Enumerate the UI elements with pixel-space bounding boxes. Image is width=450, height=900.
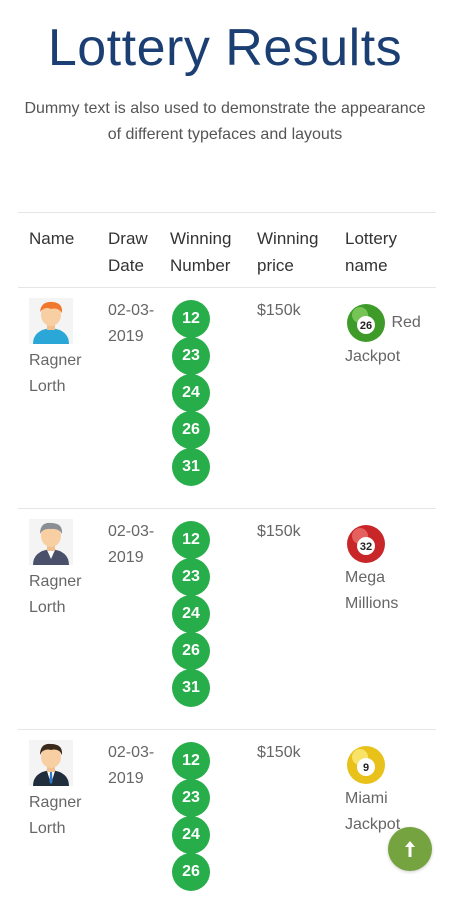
table-header: Name Draw Date Winning Number Winning pr… xyxy=(18,213,436,287)
winning-numbers: 12 23 24 26 31 xyxy=(172,300,212,486)
player-cell: Ragner Lorth xyxy=(29,740,99,842)
number-ball: 26 xyxy=(172,411,210,449)
player-cell: Ragner Lorth xyxy=(29,519,99,621)
number-ball: 24 xyxy=(172,374,210,412)
table-row: Ragner Lorth 02-03-2019 12 23 24 26 $150… xyxy=(18,729,436,900)
number-ball: 23 xyxy=(172,558,210,596)
lottery-ball-icon: 32 xyxy=(347,525,385,563)
player-name: Ragner Lorth xyxy=(29,573,82,616)
lottery-ball-number: 9 xyxy=(363,762,369,774)
man-suit-avatar-icon xyxy=(29,740,73,786)
number-ball: 26 xyxy=(172,853,210,891)
player-name: Ragner Lorth xyxy=(29,794,82,837)
draw-date: 02-03-2019 xyxy=(108,302,155,345)
results-table: Name Draw Date Winning Number Winning pr… xyxy=(18,212,436,900)
number-ball: 12 xyxy=(172,742,210,780)
winning-numbers: 12 23 24 26 xyxy=(172,742,212,891)
draw-date: 02-03-2019 xyxy=(108,744,155,787)
number-ball: 31 xyxy=(172,448,210,486)
number-ball: 23 xyxy=(172,337,210,375)
player-name: Ragner Lorth xyxy=(29,352,82,395)
lottery-ball-icon: 26 xyxy=(347,304,385,342)
column-header-winning-price: Winning price xyxy=(257,229,319,275)
lottery-name: Mega Millions xyxy=(345,569,399,612)
number-ball: 31 xyxy=(172,669,210,707)
number-ball: 12 xyxy=(172,300,210,338)
number-ball: 24 xyxy=(172,595,210,633)
lottery-name-cell: 9 Miami Jackpot xyxy=(345,744,440,838)
draw-date: 02-03-2019 xyxy=(108,523,155,566)
lottery-ball-number: 26 xyxy=(360,320,372,332)
lottery-name-cell: 32 Mega Millions xyxy=(345,523,440,617)
man-orange-hair-avatar-icon xyxy=(29,298,73,344)
lottery-name: Miami Jackpot xyxy=(345,790,401,833)
lottery-ball-number: 32 xyxy=(360,541,372,553)
column-header-winning-number: Winning Number xyxy=(170,229,232,275)
number-ball: 23 xyxy=(172,779,210,817)
winning-price: $150k xyxy=(257,302,301,319)
table-row: Ragner Lorth 02-03-2019 12 23 24 26 31 $… xyxy=(18,508,436,729)
column-header-name: Name xyxy=(29,229,75,248)
man-gray-hair-avatar-icon xyxy=(29,519,73,565)
player-cell: Ragner Lorth xyxy=(29,298,99,400)
winning-price: $150k xyxy=(257,744,301,761)
number-ball: 24 xyxy=(172,816,210,854)
page-title: Lottery Results xyxy=(47,19,403,77)
winning-numbers: 12 23 24 26 31 xyxy=(172,521,212,707)
number-ball: 26 xyxy=(172,632,210,670)
lottery-ball-icon: 9 xyxy=(347,746,385,784)
arrow-up-icon xyxy=(405,841,415,857)
lottery-results-page: Lottery Results Dummy text is also used … xyxy=(0,0,450,900)
column-header-lottery-name: Lottery name xyxy=(345,229,397,275)
lottery-name-cell: 26 Red Jackpot xyxy=(345,302,440,370)
page-subtitle: Dummy text is also used to demonstrate t… xyxy=(24,100,426,143)
table-row: Ragner Lorth 02-03-2019 12 23 24 26 31 $… xyxy=(18,287,436,508)
winning-price: $150k xyxy=(257,523,301,540)
scroll-to-top-button[interactable] xyxy=(388,827,432,871)
column-header-draw-date: Draw Date xyxy=(108,229,148,275)
number-ball: 12 xyxy=(172,521,210,559)
